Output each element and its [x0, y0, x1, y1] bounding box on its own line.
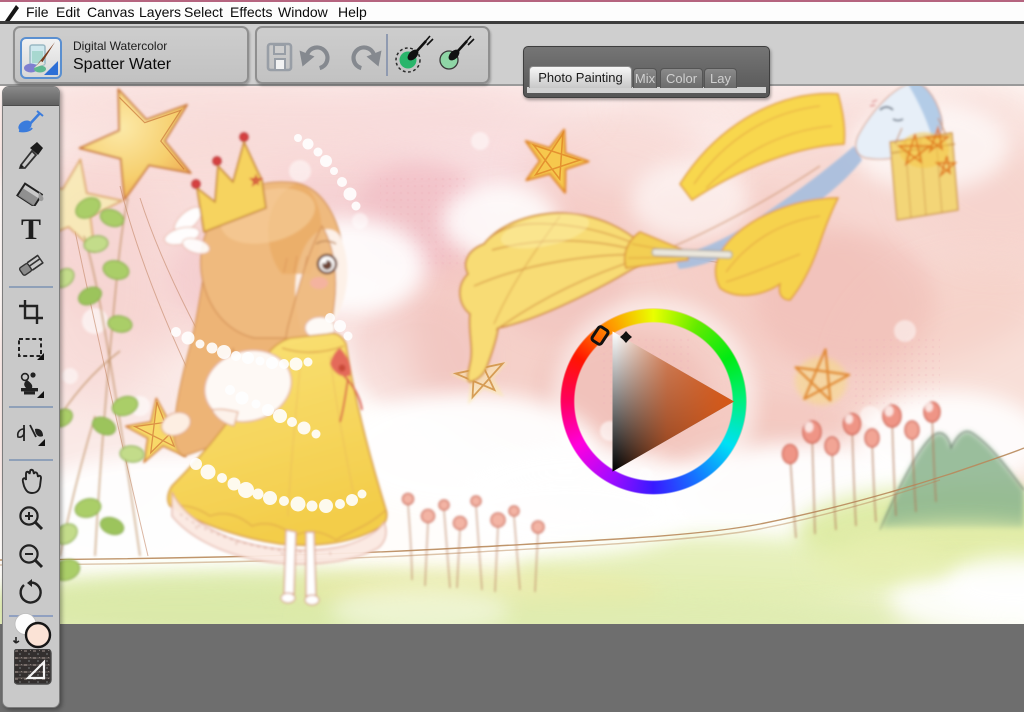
svg-text:T: T: [21, 215, 41, 243]
